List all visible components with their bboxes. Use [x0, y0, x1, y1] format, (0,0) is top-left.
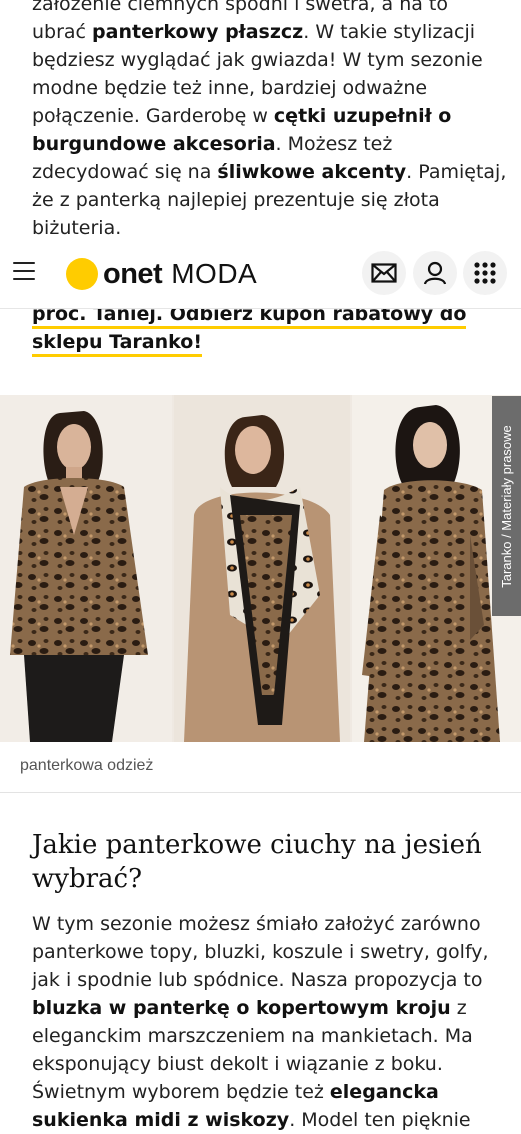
divider — [0, 792, 521, 793]
article-photo[interactable] — [0, 395, 521, 742]
image-credit: Taranko / Materiały prasowe — [492, 396, 521, 616]
text-run: . Model ten pięknie — [289, 1109, 471, 1131]
logo-brand: onet — [103, 257, 163, 290]
apps-button[interactable] — [463, 251, 507, 295]
apps-grid-icon — [474, 262, 496, 284]
onet-moda-logo[interactable]: onet MODA — [66, 257, 257, 291]
mail-button[interactable] — [362, 251, 406, 295]
section-heading: Jakie panterkowe ciuchy na jesień wybrać… — [32, 830, 482, 894]
bold-text: panterkowy płaszcz — [92, 21, 304, 43]
bold-text: bluzka w panterkę o kopertowym kroju — [32, 997, 451, 1019]
bold-text: śliwkowe akcenty — [217, 161, 407, 183]
logo-section: MODA — [171, 258, 258, 289]
user-icon — [423, 261, 447, 285]
image-caption: panterkowa odzież — [20, 757, 154, 774]
text-run: W tym sezonie możesz śmiało założyć zaró… — [32, 913, 489, 991]
site-header: onet MODA — [0, 239, 521, 309]
leopard-outfits-image — [0, 395, 521, 742]
body-paragraph: W tym sezonie możesz śmiało założyć zaró… — [32, 910, 507, 1134]
logo-dot-icon — [66, 258, 98, 290]
coupon-text[interactable]: proc. Taniej. Odbierz kupon rabatowy do … — [32, 303, 467, 357]
image-credit-text: Taranko / Materiały prasowe — [499, 424, 515, 588]
user-button[interactable] — [413, 251, 457, 295]
intro-paragraph: założenie ciemnych spodni i swetra, a na… — [32, 0, 507, 242]
menu-icon[interactable] — [13, 262, 35, 280]
mail-icon — [371, 263, 397, 283]
